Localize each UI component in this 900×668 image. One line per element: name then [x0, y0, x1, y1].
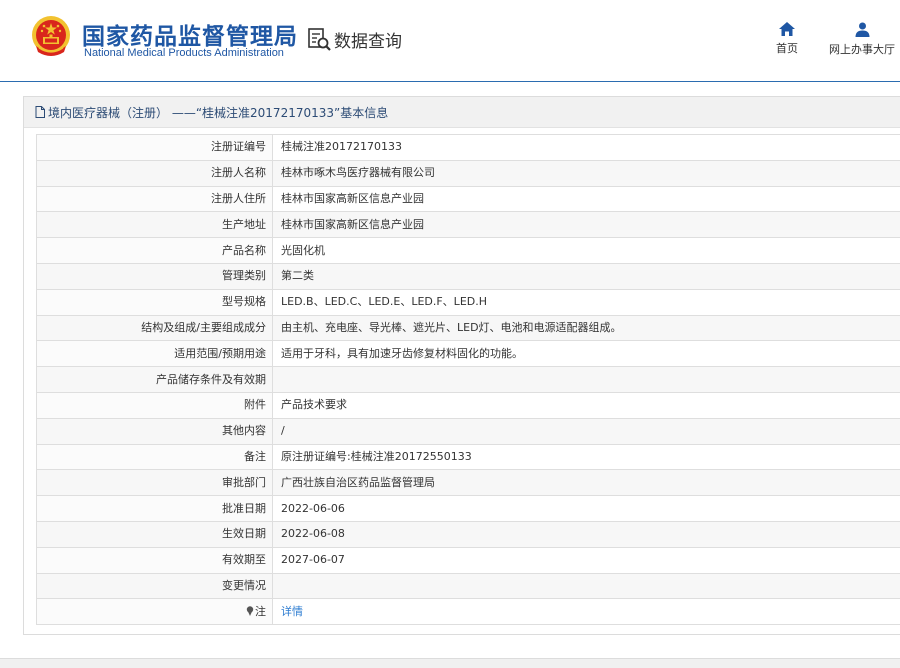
table-row: 生效日期 2022-06-08 [36, 520, 900, 548]
site-title[interactable]: 国家药品监督管理局 [82, 17, 298, 51]
table-row: 生产地址 桂林市国家高新区信息产业园 [36, 211, 900, 239]
nav-home-label: 首页 [776, 42, 798, 55]
table-row: 注册人名称 桂林市啄木鸟医疗器械有限公司 [36, 159, 900, 187]
footer-strip [0, 658, 900, 668]
field-label: 结构及组成/主要组成成分 [36, 314, 273, 342]
field-label: 产品名称 [36, 237, 273, 264]
details-link[interactable]: 详情 [281, 605, 303, 618]
nav-home[interactable]: 首页 [774, 22, 800, 56]
table-row: 审批部门 广西壮族自治区药品监督管理局 [36, 469, 900, 497]
table-row-note: 注 详情 [36, 598, 900, 626]
field-label: 注 [36, 598, 273, 626]
field-label: 备注 [36, 443, 273, 471]
home-icon [779, 22, 795, 36]
field-value: 光固化机 [272, 237, 900, 264]
field-label: 管理类别 [36, 262, 273, 290]
site-header: 国家药品监督管理局 National Medical Products Admi… [0, 0, 900, 82]
field-value: / [272, 417, 900, 445]
field-value: 桂林市啄木鸟医疗器械有限公司 [272, 159, 900, 187]
field-value [272, 366, 900, 393]
table-row: 注册证编号 桂械注准20172170133 [36, 134, 900, 161]
document-search-icon [308, 28, 331, 51]
field-label: 适用范围/预期用途 [36, 340, 273, 368]
document-icon [35, 106, 45, 118]
table-row: 结构及组成/主要组成成分 由主机、充电座、导光棒、遮光片、LED灯、电池和电源适配… [36, 314, 900, 342]
field-value: 第二类 [272, 262, 900, 290]
registration-info-table: 注册证编号 桂械注准20172170133 注册人名称 桂林市啄木鸟医疗器械有限公司注… [36, 134, 900, 626]
field-value: 原注册证编号:桂械注准20172550133 [272, 443, 900, 471]
field-value: 桂械注准20172170133 [272, 134, 900, 161]
field-label: 注册证编号 [36, 134, 273, 161]
detail-panel: 境内医疗器械（注册） ——“桂械注准20172170133”基本信息 注册证编号… [23, 96, 900, 635]
field-label: 产品储存条件及有效期 [36, 366, 273, 393]
table-row: 产品储存条件及有效期 [36, 366, 900, 393]
field-value: 桂林市国家高新区信息产业园 [272, 185, 900, 213]
data-query-label: 数据查询 [334, 31, 402, 52]
table-row: 其他内容 / [36, 417, 900, 445]
note-label: 注 [255, 604, 266, 618]
field-value: 2022-06-06 [272, 495, 900, 522]
field-value [272, 572, 900, 600]
field-label: 生产地址 [36, 211, 273, 239]
table-row: 附件 产品技术要求 [36, 391, 900, 419]
field-label: 注册人住所 [36, 185, 273, 213]
field-value: 详情 [272, 598, 900, 626]
field-value: LED.B、LED.C、LED.E、LED.F、LED.H [272, 288, 900, 316]
field-value: 由主机、充电座、导光棒、遮光片、LED灯、电池和电源适配器组成。 [272, 314, 900, 342]
field-label: 注册人名称 [36, 159, 273, 187]
field-label: 审批部门 [36, 469, 273, 497]
data-query-link[interactable]: 数据查询 [306, 26, 402, 52]
pin-icon [246, 606, 254, 616]
field-label: 生效日期 [36, 520, 273, 548]
panel-title: 境内医疗器械（注册） ——“桂械注准20172170133”基本信息 [48, 105, 389, 120]
field-value: 广西壮族自治区药品监督管理局 [272, 469, 900, 497]
field-value: 桂林市国家高新区信息产业园 [272, 211, 900, 239]
field-label: 变更情况 [36, 572, 273, 600]
field-value: 适用于牙科，具有加速牙齿修复材料固化的功能。 [272, 340, 900, 368]
table-row: 管理类别 第二类 [36, 262, 900, 290]
site-title-english[interactable]: National Medical Products Administration [84, 47, 284, 59]
field-label: 型号规格 [36, 288, 273, 316]
user-icon [855, 22, 869, 37]
nav-online-service-hall[interactable]: 网上办事大厅 [826, 22, 898, 57]
field-label: 批准日期 [36, 495, 273, 522]
table-row: 有效期至 2027-06-07 [36, 546, 900, 574]
table-row: 适用范围/预期用途 适用于牙科，具有加速牙齿修复材料固化的功能。 [36, 340, 900, 368]
field-value: 2027-06-07 [272, 546, 900, 574]
field-value: 产品技术要求 [272, 391, 900, 419]
table-row: 变更情况 [36, 572, 900, 600]
table-row: 型号规格 LED.B、LED.C、LED.E、LED.F、LED.H [36, 288, 900, 316]
table-row: 产品名称 光固化机 [36, 237, 900, 264]
field-value: 2022-06-08 [272, 520, 900, 548]
national-emblem-logo[interactable] [30, 14, 72, 60]
field-label: 附件 [36, 391, 273, 419]
table-row: 批准日期 2022-06-06 [36, 495, 900, 522]
field-label: 有效期至 [36, 546, 273, 574]
panel-header: 境内医疗器械（注册） ——“桂械注准20172170133”基本信息 [24, 97, 900, 128]
nav-online-service-hall-label: 网上办事大厅 [829, 43, 895, 56]
field-label: 其他内容 [36, 417, 273, 445]
table-row: 备注 原注册证编号:桂械注准20172550133 [36, 443, 900, 471]
table-row: 注册人住所 桂林市国家高新区信息产业园 [36, 185, 900, 213]
